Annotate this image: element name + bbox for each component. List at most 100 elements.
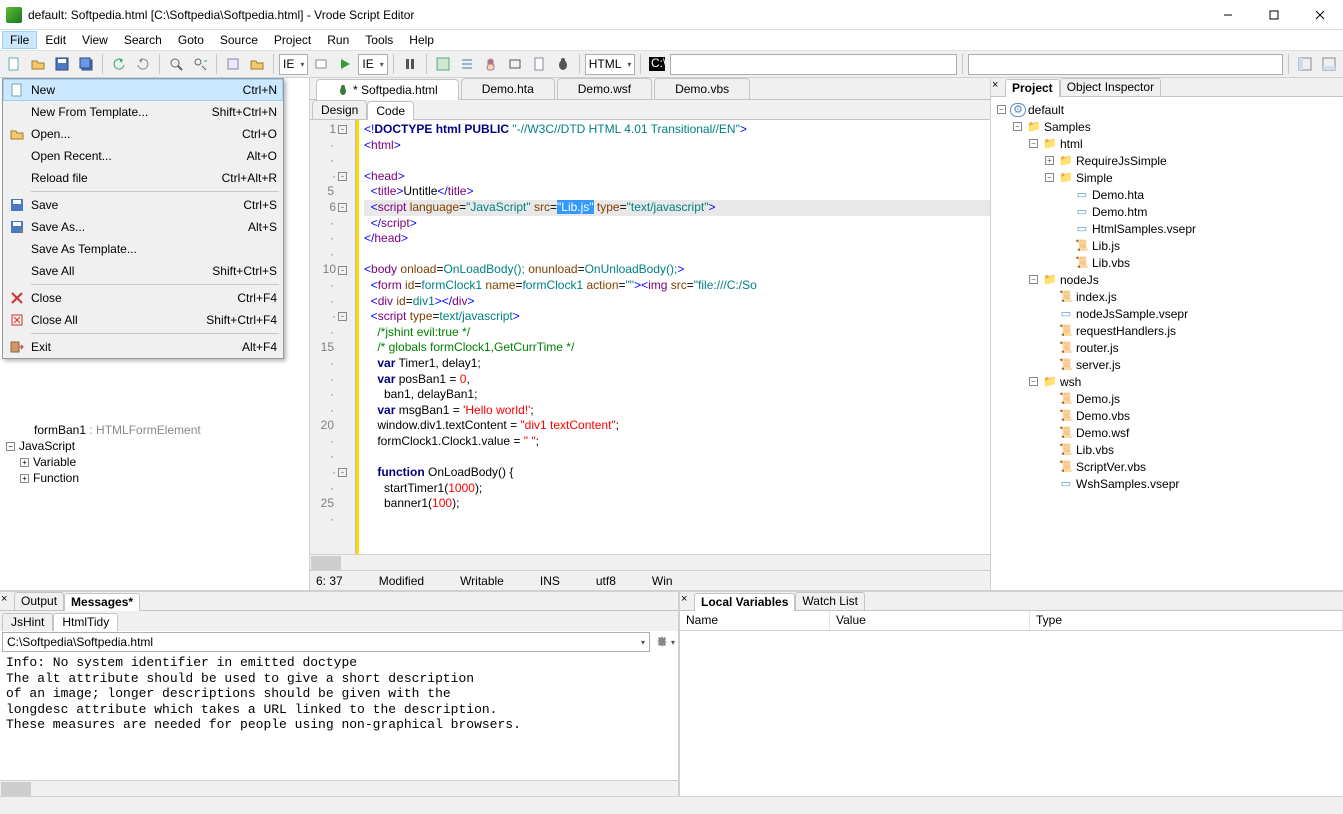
toolbar-open-icon[interactable] [27,53,49,75]
horizontal-scrollbar[interactable] [310,554,990,570]
tab-design[interactable]: Design [312,100,367,119]
project-tree-item[interactable]: −⚙default [993,101,1341,118]
project-tree-item[interactable]: 📜Lib.vbs [993,441,1341,458]
toolbar-icon1[interactable] [310,53,332,75]
collapse-icon[interactable]: − [997,105,1006,114]
file-tab[interactable]: Demo.vbs [654,78,750,99]
project-tree-item[interactable]: −📁wsh [993,373,1341,390]
tree-group[interactable]: Variable [33,455,76,469]
collapse-icon[interactable]: − [1013,122,1022,131]
project-tree-item[interactable]: ▭Demo.hta [993,186,1341,203]
toolbar-rect-icon[interactable] [504,53,526,75]
toolbar-run-icon[interactable] [334,53,356,75]
horizontal-scrollbar[interactable] [0,780,678,796]
toolbar-cmd-icon[interactable]: C:\ [646,53,668,75]
toolbar-browser2-select[interactable]: IE▾ [358,54,387,75]
tree-group[interactable]: JavaScript [19,439,75,453]
toolbar-lang-select[interactable]: HTML▾ [585,54,636,75]
col-name[interactable]: Name [680,611,830,630]
menuitem-open-[interactable]: Open...Ctrl+O [3,123,283,145]
project-tree-item[interactable]: ▭HtmlSamples.vsepr [993,220,1341,237]
expand-icon[interactable]: + [1045,156,1054,165]
toolbar-bug-icon[interactable] [552,53,574,75]
menu-edit[interactable]: Edit [37,31,74,49]
project-tree-item[interactable]: +📁RequireJsSimple [993,152,1341,169]
collapse-icon[interactable]: − [1045,173,1054,182]
toolbar-panel2-icon[interactable] [1318,53,1340,75]
project-tree-item[interactable]: −📁html [993,135,1341,152]
toolbar-panel1-icon[interactable] [1294,53,1316,75]
menu-goto[interactable]: Goto [170,31,212,49]
project-tree-item[interactable]: −📁nodeJs [993,271,1341,288]
project-tree-item[interactable]: −📁Simple [993,169,1341,186]
toolbar-browser1-select[interactable]: IE▾ [279,54,308,75]
toolbar-search-input[interactable] [670,54,957,75]
menuitem-save-as-template-[interactable]: Save As Template... [3,238,283,260]
project-tree-item[interactable]: ▭WshSamples.vsepr [993,475,1341,492]
menuitem-save[interactable]: SaveCtrl+S [3,194,283,216]
subtab-jshint[interactable]: JsHint [2,613,53,631]
menu-run[interactable]: Run [319,31,357,49]
maximize-button[interactable] [1251,0,1297,30]
toolbar-new-icon[interactable] [3,53,25,75]
menu-source[interactable]: Source [212,31,266,49]
file-tab[interactable]: * Softpedia.html [316,79,459,100]
project-tree-item[interactable]: −📁Samples [993,118,1341,135]
toolbar-config-icon[interactable] [222,53,244,75]
file-tab[interactable]: Demo.wsf [557,78,652,99]
file-path-combo[interactable]: C:\Softpedia\Softpedia.html▾ [2,632,650,652]
close-icon[interactable]: × [992,79,998,91]
expand-icon[interactable]: + [20,458,29,467]
menu-tools[interactable]: Tools [357,31,401,49]
project-tree-item[interactable]: 📜server.js [993,356,1341,373]
expand-icon[interactable]: + [20,474,29,483]
menuitem-save-as-[interactable]: Save As...Alt+S [3,216,283,238]
project-tree-item[interactable]: 📜Demo.js [993,390,1341,407]
menu-search[interactable]: Search [116,31,170,49]
code-content[interactable]: <!DOCTYPE html PUBLIC "-//W3C//DTD HTML … [356,120,990,554]
toolbar-save-icon[interactable] [51,53,73,75]
tab-messages[interactable]: Messages* [64,593,140,611]
project-tree-item[interactable]: 📜Lib.js [993,237,1341,254]
project-tree-item[interactable]: 📜index.js [993,288,1341,305]
tab-local-variables[interactable]: Local Variables [694,593,795,611]
project-tree-item[interactable]: 📜ScriptVer.vbs [993,458,1341,475]
menu-help[interactable]: Help [401,31,442,49]
close-icon[interactable]: × [1,593,7,605]
collapse-icon[interactable]: − [1029,377,1038,386]
toolbar-saveall-icon[interactable] [75,53,97,75]
tree-item[interactable]: formBan1 : HTMLFormElement [34,423,201,437]
menuitem-exit[interactable]: ExitAlt+F4 [3,336,283,358]
tab-object-inspector[interactable]: Object Inspector [1060,78,1161,96]
messages-body[interactable]: Info: No system identifier in emitted do… [0,653,678,780]
toolbar-goto-input[interactable] [968,54,1283,75]
tab-project[interactable]: Project [1005,79,1060,97]
col-type[interactable]: Type [1030,611,1343,630]
close-window-button[interactable] [1297,0,1343,30]
subtab-htmltidy[interactable]: HtmlTidy [53,613,118,631]
project-tree-item[interactable]: 📜Lib.vbs [993,254,1341,271]
menuitem-new[interactable]: NewCtrl+N [3,79,283,101]
close-icon[interactable]: × [681,593,687,605]
collapse-icon[interactable]: − [1029,275,1038,284]
menuitem-save-all[interactable]: Save AllShift+Ctrl+S [3,260,283,282]
code-editor[interactable]: 1-···-56-···10-···-·15····20···-·25· <!D… [310,120,990,554]
toolbar-redo-icon[interactable] [132,53,154,75]
tab-output[interactable]: Output [14,592,64,610]
toolbar-undo-icon[interactable] [108,53,130,75]
menuitem-new-from-template-[interactable]: New From Template...Shift+Ctrl+N [3,101,283,123]
project-tree-item[interactable]: 📜Demo.vbs [993,407,1341,424]
toolbar-doc-icon[interactable] [528,53,550,75]
toolbar-searchnext-icon[interactable] [189,53,211,75]
toolbar-hand-icon[interactable] [480,53,502,75]
collapse-icon[interactable]: − [1029,139,1038,148]
menu-project[interactable]: Project [266,31,319,49]
tab-watch-list[interactable]: Watch List [795,592,865,610]
toolbar-pause-icon[interactable] [399,53,421,75]
project-tree-item[interactable]: 📜requestHandlers.js [993,322,1341,339]
menu-file[interactable]: File [2,31,37,49]
project-tree-item[interactable]: ▭Demo.htm [993,203,1341,220]
project-tree-item[interactable]: 📜Demo.wsf [993,424,1341,441]
menuitem-close-all[interactable]: Close AllShift+Ctrl+F4 [3,309,283,331]
toolbar-folder-icon[interactable] [246,53,268,75]
